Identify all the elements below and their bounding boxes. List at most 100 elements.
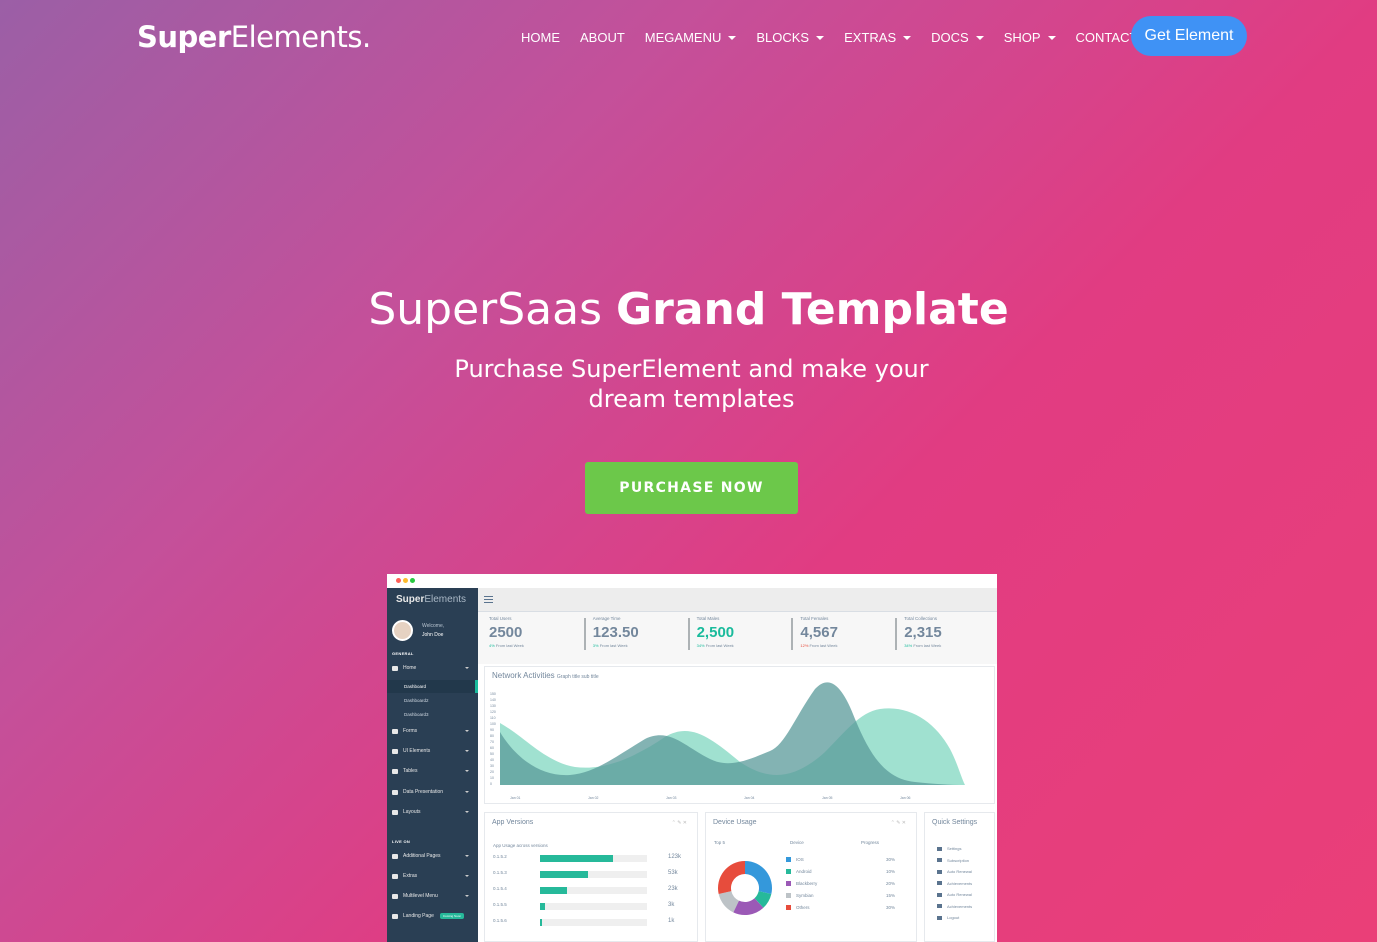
legend-swatch-icon bbox=[786, 893, 791, 898]
menu-landing-page[interactable]: Landing Page Coming Soon bbox=[387, 908, 478, 924]
quick-setting-label: Auto Renewal bbox=[947, 892, 972, 897]
panel-controls-icon[interactable]: ⌃ ✎ ✕ bbox=[891, 820, 906, 826]
chevron-down-icon bbox=[465, 750, 469, 752]
nav-blocks[interactable]: BLOCKS bbox=[756, 30, 825, 45]
app-version-bar-track bbox=[540, 903, 647, 910]
menu-home[interactable]: Home bbox=[387, 660, 478, 676]
menu-forms[interactable]: Forms bbox=[387, 723, 478, 739]
quick-setting-label: Subscription bbox=[947, 857, 970, 863]
nav-shop-label: SHOP bbox=[1003, 30, 1041, 45]
y-tick-label: 20 bbox=[490, 770, 494, 774]
app-version-bar-fill bbox=[540, 871, 589, 878]
app-version-label: 0.1.5.5 bbox=[493, 902, 507, 907]
y-tick-label: 40 bbox=[490, 758, 494, 762]
menu-layouts[interactable]: Layouts bbox=[387, 804, 478, 820]
y-tick-label: 100 bbox=[490, 722, 496, 726]
quick-settings-panel: Quick Settings Settings Subscription Auto … bbox=[924, 812, 995, 942]
quick-setting-label: Settings bbox=[947, 846, 962, 851]
app-version-label: 0.1.5.3 bbox=[493, 870, 507, 875]
user-name: John Doe bbox=[422, 632, 444, 638]
device-name: Others bbox=[796, 905, 810, 910]
menu-multilevel-label: Multilevel Menu bbox=[403, 893, 438, 899]
menu-additional-pages[interactable]: Additional Pages bbox=[387, 848, 478, 864]
app-version-value: 53k bbox=[668, 870, 678, 876]
quick-setting-item[interactable]: Auto Renewal bbox=[937, 869, 972, 874]
nav-shop[interactable]: SHOP bbox=[1004, 30, 1056, 45]
legend-swatch-icon bbox=[786, 869, 791, 874]
close-dot-icon bbox=[396, 578, 401, 583]
app-version-value: 3k bbox=[668, 902, 675, 908]
quick-setting-item[interactable]: Logout bbox=[937, 915, 959, 920]
nav-extras[interactable]: EXTRAS bbox=[844, 30, 912, 45]
quick-setting-item[interactable]: Subscription bbox=[937, 858, 969, 863]
nav-home[interactable]: HOME bbox=[521, 30, 560, 45]
bug-icon bbox=[392, 853, 398, 859]
hamburger-menu-icon[interactable] bbox=[484, 596, 493, 603]
menu-ui-elements[interactable]: UI Elements bbox=[387, 743, 478, 759]
nav-home-label: HOME bbox=[521, 30, 560, 45]
stat-change-text: From last Week bbox=[809, 643, 838, 648]
y-tick-label: 30 bbox=[490, 764, 494, 768]
desktop-icon bbox=[392, 748, 398, 754]
stat-total-collections: Total Collections 2,315 34% From last We… bbox=[893, 612, 997, 664]
section-live-on: LIVE ON bbox=[392, 839, 411, 844]
bar-chart-icon bbox=[392, 789, 398, 795]
purchase-now-button[interactable]: PURCHASE NOW bbox=[585, 462, 798, 514]
caret-down-icon bbox=[816, 35, 825, 40]
menu-tables[interactable]: Tables bbox=[387, 763, 478, 779]
sitemap-icon bbox=[392, 893, 398, 899]
stat-value: 2,500 bbox=[696, 624, 735, 641]
device-name: Blackberry bbox=[796, 881, 818, 886]
app-versions-panel: App Versions ⌃ ✎ ✕ App Usage across vers… bbox=[484, 812, 698, 942]
nav-megamenu-label: MEGAMENU bbox=[644, 30, 722, 45]
donut-slices bbox=[718, 861, 772, 915]
quick-setting-item[interactable]: Settings bbox=[937, 846, 961, 851]
brand-light: Elements. bbox=[230, 20, 371, 54]
hero-subtitle: Purchase SuperElement and make your drea… bbox=[454, 355, 929, 413]
nav-contact[interactable]: CONTACT bbox=[1076, 30, 1138, 45]
donut-slice bbox=[745, 861, 772, 895]
menu-extras[interactable]: Extras bbox=[387, 868, 478, 884]
nav-docs[interactable]: DOCS bbox=[931, 30, 984, 45]
legend-swatch-icon bbox=[786, 881, 791, 886]
windows-icon bbox=[392, 873, 398, 879]
device-row-name: Android bbox=[786, 869, 812, 874]
device-donut-chart bbox=[718, 861, 772, 915]
preview-topbar bbox=[478, 588, 997, 612]
preview-logo-bold: Super bbox=[396, 594, 425, 605]
chevron-down-icon bbox=[465, 730, 469, 732]
nav-about[interactable]: ABOUT bbox=[580, 30, 625, 45]
submenu-dashboard3[interactable]: Dashboard3 bbox=[387, 708, 478, 721]
maximize-dot-icon bbox=[410, 578, 415, 583]
caret-down-icon bbox=[975, 35, 984, 40]
laptop-icon bbox=[392, 913, 398, 919]
x-tick-label: Jan 04 bbox=[744, 796, 755, 800]
device-name: IOS bbox=[796, 857, 804, 862]
app-version-bar-track bbox=[540, 871, 647, 878]
brand-logo[interactable]: SuperElements. bbox=[137, 20, 371, 54]
stat-total-males: Total Males 2,500 34% From last Week bbox=[686, 612, 790, 664]
nav-megamenu[interactable]: MEGAMENU bbox=[645, 30, 737, 45]
menu-tables-label: Tables bbox=[403, 768, 418, 774]
x-tick-label: Jan 02 bbox=[588, 796, 599, 800]
device-value: 30% bbox=[886, 857, 896, 862]
device-usage-title: Device Usage bbox=[713, 819, 757, 826]
quick-setting-item[interactable]: Achievements bbox=[937, 881, 972, 886]
stat-change-pct: 4% bbox=[489, 643, 495, 648]
hero-title-light: SuperSaas bbox=[368, 284, 603, 335]
device-name: Symbian bbox=[796, 893, 814, 898]
submenu-dashboard[interactable]: Dashboard bbox=[387, 680, 478, 693]
menu-forms-label: Forms bbox=[403, 728, 418, 734]
preview-logo-light: Elements bbox=[424, 594, 467, 605]
device-value: 15% bbox=[886, 893, 896, 898]
app-version-value: 1k bbox=[668, 918, 675, 924]
menu-multilevel[interactable]: Multilevel Menu bbox=[387, 888, 478, 904]
quick-setting-item[interactable]: Auto Renewal bbox=[937, 892, 972, 897]
panel-controls-icon[interactable]: ⌃ ✎ ✕ bbox=[672, 820, 687, 826]
menu-data-presentation[interactable]: Data Presentation bbox=[387, 784, 478, 800]
get-element-button[interactable]: Get Element bbox=[1131, 16, 1247, 56]
quick-setting-item[interactable]: Achievements bbox=[937, 904, 972, 909]
device-usage-panel: Device Usage ⌃ ✎ ✕ Top 5 Device Progress… bbox=[705, 812, 917, 942]
submenu-dashboard2[interactable]: Dashboard2 bbox=[387, 694, 478, 707]
menu-data-presentation-label: Data Presentation bbox=[403, 789, 444, 795]
